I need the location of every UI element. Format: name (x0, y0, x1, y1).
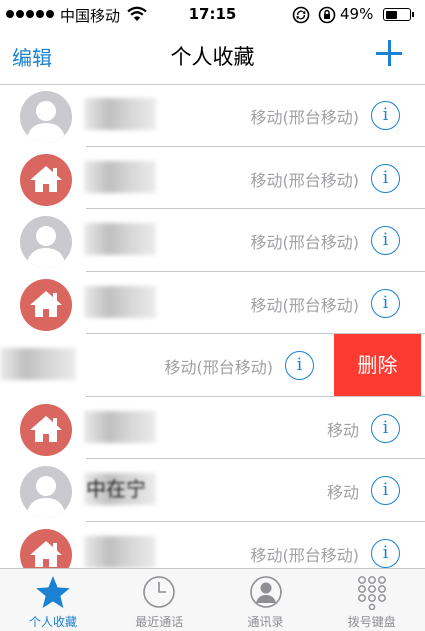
navigation-bar: 编辑 个人收藏 (0, 30, 425, 85)
tab-label: 个人收藏 (28, 615, 77, 629)
rotation-lock-icon (318, 6, 336, 24)
tab-clock[interactable]: 最近通话 (106, 569, 212, 631)
contact-row[interactable]: 中在宁 移动 i (0, 459, 425, 522)
contact-row[interactable]: 移动(邢台移动) i (0, 147, 425, 209)
contact-name-redacted (0, 348, 76, 380)
info-icon[interactable]: i (371, 163, 400, 193)
sync-icon (292, 6, 310, 24)
info-icon[interactable]: i (371, 538, 400, 568)
info-icon[interactable]: i (371, 226, 400, 255)
tab-bar: 个人收藏 最近通话 通讯录 拨号键盘 (0, 568, 425, 631)
person-avatar-icon (20, 216, 72, 268)
contact-row[interactable]: 移动(邢台移动) i (0, 84, 425, 147)
battery-percent: 49% (340, 5, 374, 23)
tab-star[interactable]: 个人收藏 (0, 569, 106, 631)
contact-row[interactable]: 移动(邢台移动) i (0, 272, 425, 334)
info-icon[interactable]: i (371, 101, 400, 130)
tab-label: 拨号键盘 (347, 615, 396, 629)
favorites-list[interactable]: 移动(邢台移动) i 移动(邢台移动) i 移动(邢台移动) i 移动(邢台移动) i 移动(邢… (0, 84, 425, 568)
page-title: 个人收藏 (170, 45, 255, 69)
contact-row[interactable]: 移动 i (0, 397, 425, 459)
home-avatar-icon (20, 403, 72, 456)
home-avatar-icon (20, 153, 72, 206)
star-icon (35, 574, 71, 610)
contact-name: 中在宁 (86, 477, 146, 501)
contact-subtitle: 移动(邢台移动) (250, 545, 360, 565)
contact-subtitle: 移动(邢台移动) (250, 233, 360, 252)
info-icon[interactable]: i (371, 288, 400, 318)
contact-name-redacted (84, 410, 156, 443)
info-icon[interactable]: i (371, 413, 400, 443)
contact-subtitle: 移动(邢台移动) (250, 295, 360, 315)
contact-name-redacted (84, 223, 156, 255)
contact-row[interactable]: 移动(邢台移动) i 删除 (0, 334, 425, 397)
contact-subtitle: 移动(邢台移动) (250, 108, 360, 127)
tab-label: 通讯录 (247, 615, 284, 629)
contact-subtitle: 移动(邢台移动) (250, 170, 360, 190)
tab-label: 最近通话 (135, 615, 184, 629)
contact-name-redacted (84, 285, 156, 318)
contact-name-redacted (84, 160, 156, 193)
info-icon[interactable]: i (371, 476, 400, 505)
home-avatar-icon (20, 528, 72, 568)
status-bar: 中国移动 17:15 49% (0, 0, 425, 30)
tab-keypad[interactable]: 拨号键盘 (319, 569, 425, 631)
contact-subtitle: 移动 (326, 420, 359, 440)
keypad-icon (354, 574, 390, 611)
home-avatar-icon (20, 278, 72, 331)
delete-button[interactable]: 删除 (334, 334, 421, 397)
contact-name-redacted (84, 98, 156, 130)
person-avatar-icon (20, 466, 72, 518)
contacts-icon (248, 574, 284, 610)
contact-row[interactable]: 移动(邢台移动) i (0, 209, 425, 272)
person-avatar-icon (20, 91, 72, 143)
contact-row[interactable]: 移动(邢台移动) i (0, 522, 425, 568)
info-icon[interactable]: i (285, 351, 314, 380)
plus-icon[interactable] (372, 37, 406, 71)
contact-name-redacted (84, 535, 156, 568)
contact-subtitle: 移动 (326, 483, 359, 502)
clock-icon (141, 574, 177, 610)
tab-contacts[interactable]: 通讯录 (213, 569, 319, 631)
battery-icon (383, 8, 414, 21)
contact-subtitle: 移动(邢台移动) (164, 358, 274, 377)
